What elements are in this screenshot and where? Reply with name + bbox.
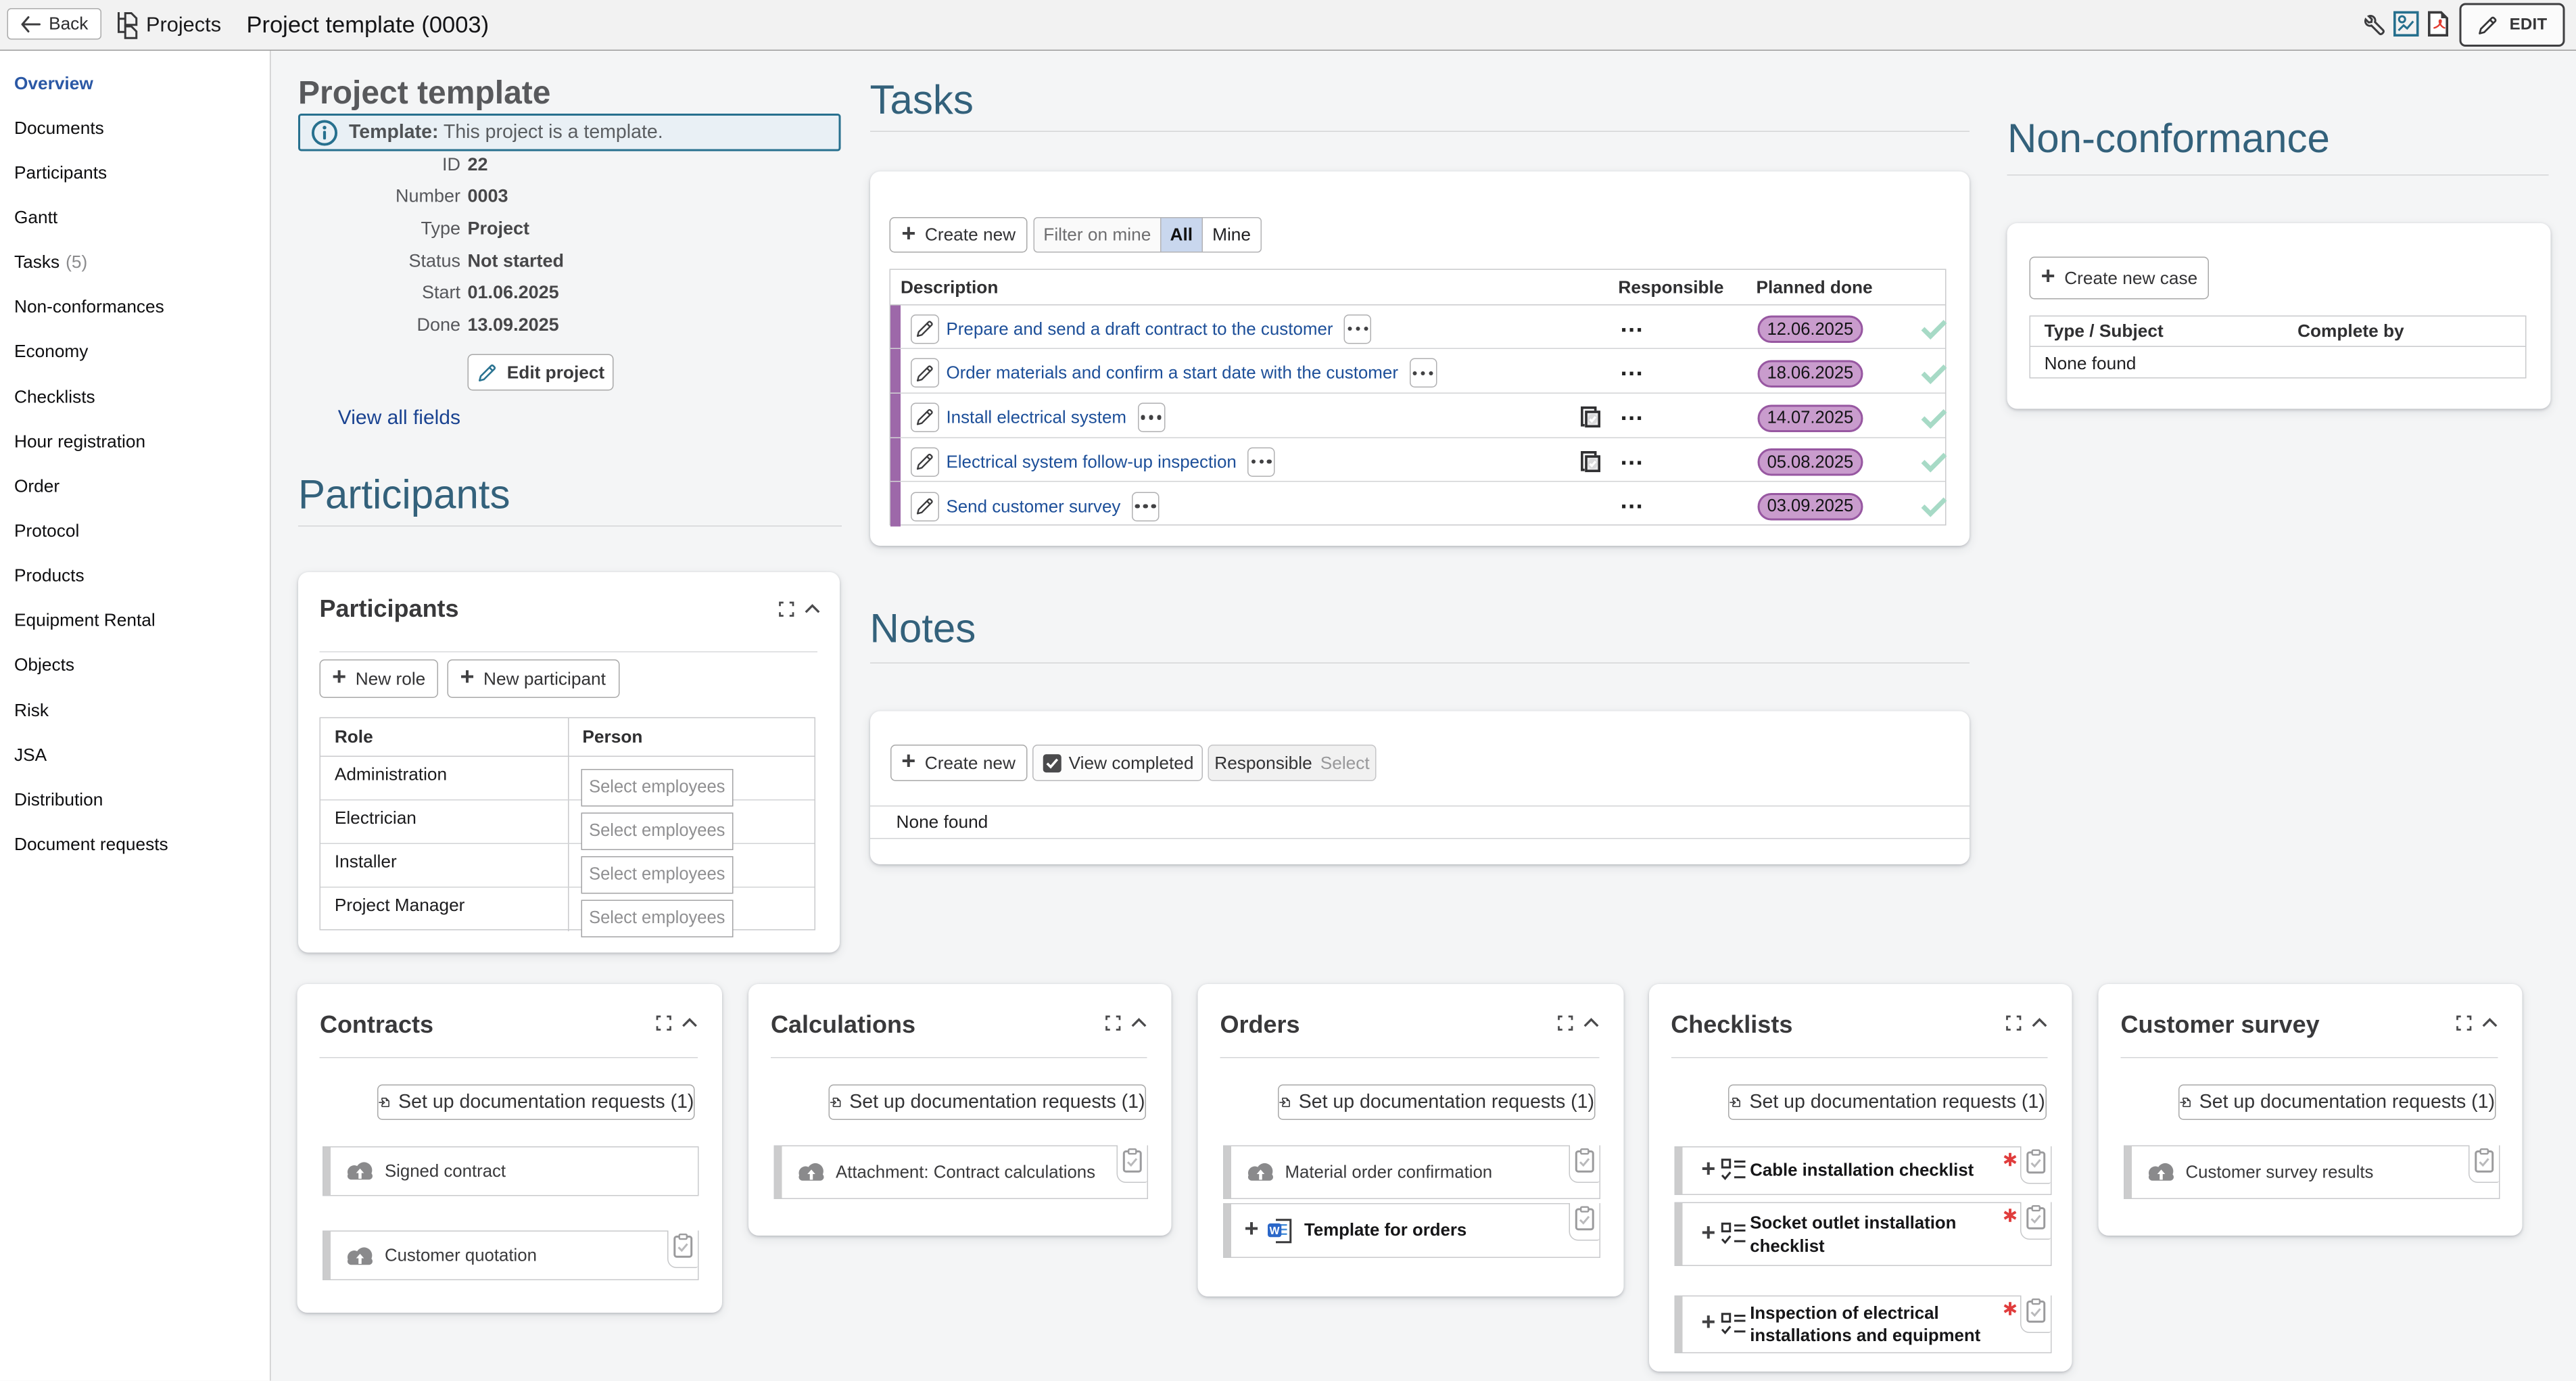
svg-text:W: W (1270, 1225, 1280, 1237)
